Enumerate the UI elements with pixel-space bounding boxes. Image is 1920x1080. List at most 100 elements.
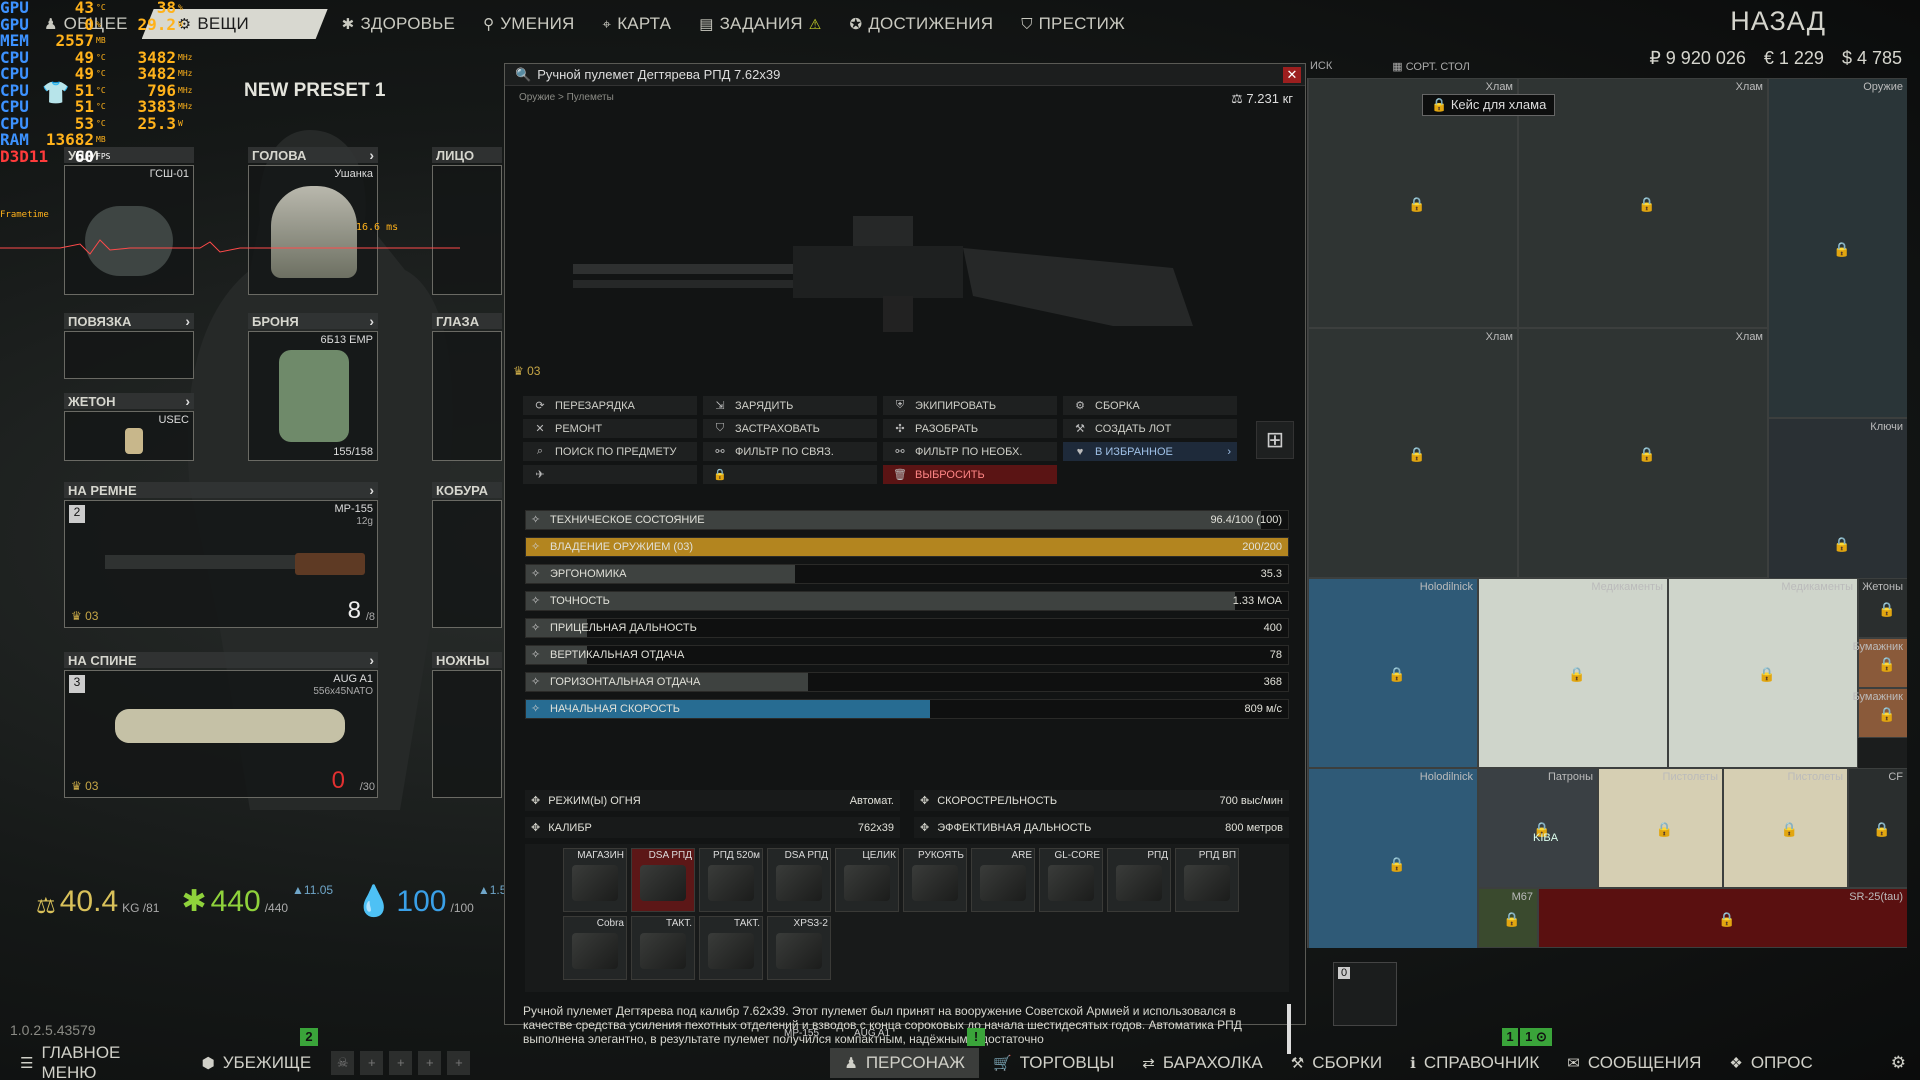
quick-add-button[interactable]: +	[360, 1051, 384, 1075]
mod-slot[interactable]: МАГАЗИН	[563, 848, 627, 912]
stash-container[interactable]: Бумажник 🔒	[1853, 688, 1907, 738]
nav-flea-market[interactable]: ⇄ БАРАХОЛКА	[1128, 1048, 1276, 1078]
nav-traders[interactable]: 🛒 ТОРГОВЦЫ	[979, 1048, 1128, 1078]
stash-container[interactable]: Бумажник 🔒	[1853, 638, 1907, 688]
stash-container[interactable]: CF 🔒	[1848, 768, 1907, 888]
action-button-6[interactable]: ✣ РАЗОБРАТЬ	[883, 419, 1057, 438]
settings-gear-icon[interactable]: ⚙	[1877, 1048, 1920, 1078]
stash-container[interactable]: Пистолеты 🔒	[1723, 768, 1848, 888]
stash-container[interactable]: Медикаменты 🔒	[1478, 578, 1668, 768]
craft-button[interactable]: ⊞	[1256, 421, 1294, 459]
stash-container[interactable]: Хлам 🔒	[1518, 328, 1768, 578]
action-button-8[interactable]: ⌕ ПОИСК ПО ПРЕДМЕТУ	[523, 442, 697, 461]
quick-add-button[interactable]: +	[418, 1051, 442, 1075]
nav-handbook[interactable]: ℹ СПРАВОЧНИК	[1396, 1048, 1553, 1078]
window-titlebar[interactable]: 🔍 Ручной пулемет Дегтярева РПД 7.62x39	[505, 64, 1305, 86]
mod-slot[interactable]: РПД 520м	[699, 848, 763, 912]
slot-armor[interactable]: 6Б13 EMP 155/158	[248, 331, 378, 461]
quick-add-button[interactable]: +	[447, 1051, 471, 1075]
stat-label: ПРИЦЕЛЬНАЯ ДАЛЬНОСТЬ	[550, 622, 697, 634]
action-button-9[interactable]: ⚯ ФИЛЬТР ПО СВЯЗ.	[703, 442, 877, 461]
tab-tasks[interactable]: ▤ ЗАДАНИЯ ⚠	[685, 9, 835, 39]
close-button[interactable]: ✕	[1283, 67, 1301, 83]
tab-map[interactable]: ⌖ КАРТА	[589, 9, 686, 39]
nav-main-menu[interactable]: ☰ ГЛАВНОЕ МЕНЮ	[6, 1043, 188, 1080]
stash-container[interactable]: SR-25(tau) 🔒	[1538, 888, 1907, 948]
lock-icon: 🔒	[1388, 856, 1406, 872]
stat-value: 1.33 МОА	[1232, 595, 1282, 607]
nav-character[interactable]: ♟ ПЕРСОНАЖ	[830, 1048, 979, 1078]
stat-bars: ✧ ТЕХНИЧЕСКОЕ СОСТОЯНИЕ 96.4/100 (100) ✧ ВЛА…	[525, 510, 1289, 726]
stash-container[interactable]: Патроны 🔒	[1478, 768, 1598, 888]
slot-ears[interactable]: ГСШ-01	[64, 165, 194, 295]
mod-slot[interactable]: DSA РПД	[631, 848, 695, 912]
action-button-12[interactable]: ✈	[523, 465, 697, 484]
stash-container[interactable]: Медикаменты 🔒	[1668, 578, 1858, 768]
slot-dogtag[interactable]: USEC	[64, 411, 194, 461]
action-label: РЕМОНТ	[555, 422, 603, 435]
slot-sling[interactable]: MP-155 12g 2 ♛ 03 8 /8	[64, 500, 378, 628]
slot-back[interactable]: AUG A1 556x45NATO 3 ♛ 03 0 /30	[64, 670, 378, 798]
back-button[interactable]: НАЗАД	[1730, 6, 1826, 37]
action-button-1[interactable]: ⇲ ЗАРЯДИТЬ	[703, 396, 877, 415]
perf-value	[116, 149, 176, 166]
stat-icon: ✧	[531, 649, 541, 661]
slot-armband[interactable]	[64, 331, 194, 379]
stash-container[interactable]: Пистолеты 🔒	[1598, 768, 1723, 888]
mod-slot[interactable]: DSA РПД	[767, 848, 831, 912]
nav-hideout[interactable]: ⬢ УБЕЖИЩЕ	[188, 1048, 326, 1078]
action-button-0[interactable]: ⟳ ПЕРЕЗАРЯДКА	[523, 396, 697, 415]
action-button-4[interactable]: ✕ РЕМОНТ	[523, 419, 697, 438]
stash-container[interactable]: Holodilnick 🔒	[1308, 578, 1478, 768]
water-drop-icon: 💧	[355, 885, 393, 918]
action-content: ⟳ ПЕРЕЗАРЯДКА	[533, 399, 635, 413]
tab-health[interactable]: ✱ ЗДОРОВЬЕ	[328, 9, 469, 39]
stash-container[interactable]: M67 🔒	[1478, 888, 1538, 948]
action-button-5[interactable]: ⛉ ЗАСТРАХОВАТЬ	[703, 419, 877, 438]
slot-scabbard[interactable]	[432, 670, 502, 798]
mod-slot[interactable]: ЦЕЛИК	[835, 848, 899, 912]
info-icon: ✥	[920, 795, 930, 807]
quick-add-button[interactable]: +	[389, 1051, 413, 1075]
sort-table-button[interactable]: ▦ СОРТ. СТОЛ	[1392, 60, 1470, 73]
mod-slot[interactable]: РУКОЯТЬ	[903, 848, 967, 912]
action-button-7[interactable]: ⚒ СОЗДАТЬ ЛОТ	[1063, 419, 1237, 438]
stash-container[interactable]: Holodilnick 🔒	[1308, 768, 1478, 948]
quick-slot[interactable]: 0	[1333, 962, 1397, 1026]
mod-slot[interactable]: РПД ВП	[1175, 848, 1239, 912]
stash-container[interactable]: Жетоны 🔒	[1858, 578, 1907, 638]
stash-container[interactable]: Хлам 🔒	[1518, 78, 1768, 328]
mod-slot[interactable]: ТАКТ.	[631, 916, 695, 980]
tab-skills[interactable]: ⚲ УМЕНИЯ	[469, 9, 588, 39]
action-button-3[interactable]: ⚙ СБОРКА	[1063, 396, 1237, 415]
action-button-14[interactable]: 🗑 ВЫБРОСИТЬ	[883, 465, 1057, 484]
slot-face[interactable]	[432, 165, 502, 295]
nav-survey[interactable]: ❖ ОПРОС	[1715, 1048, 1826, 1078]
tab-achievements[interactable]: ✪ ДОСТИЖЕНИЯ	[836, 9, 1008, 39]
lock-icon: 🔒	[1780, 821, 1798, 837]
skull-icon[interactable]: ☠	[331, 1051, 355, 1075]
stash-container[interactable]: Оружие 🔒	[1768, 78, 1907, 418]
nav-messages[interactable]: ✉ СООБЩЕНИЯ	[1553, 1048, 1715, 1078]
mod-slot[interactable]: ARE	[971, 848, 1035, 912]
action-button-13[interactable]: 🔒	[703, 465, 877, 484]
perf-unit: MHz	[178, 102, 193, 111]
nav-builds[interactable]: ⚒ СБОРКИ	[1277, 1048, 1396, 1078]
mod-slot[interactable]: XPS3-2	[767, 916, 831, 980]
action-button-2[interactable]: ⛨ ЭКИПИРОВАТЬ	[883, 396, 1057, 415]
mod-slot[interactable]: GL-CORE	[1039, 848, 1103, 912]
stat-icon: ✧	[531, 514, 541, 526]
tab-prestige[interactable]: ⛉ ПРЕСТИЖ	[1007, 9, 1139, 39]
action-button-10[interactable]: ⚯ ФИЛЬТР ПО НЕОБХ.	[883, 442, 1057, 461]
slot-eyes[interactable]	[432, 331, 502, 461]
perf-unit: %	[178, 3, 183, 12]
action-button-11[interactable]: ♥ В ИЗБРАННОЕ ›	[1063, 442, 1237, 461]
lock-icon: 🔒	[1878, 656, 1896, 672]
stash-container[interactable]: Хлам 🔒	[1308, 328, 1518, 578]
mod-slot-label: РПД	[1147, 850, 1168, 861]
slot-holster[interactable]	[432, 500, 502, 628]
mod-slot[interactable]: РПД	[1107, 848, 1171, 912]
mod-slot[interactable]: ТАКТ.	[699, 916, 763, 980]
dogtag-image	[125, 428, 143, 454]
mod-slot[interactable]: Cobra	[563, 916, 627, 980]
